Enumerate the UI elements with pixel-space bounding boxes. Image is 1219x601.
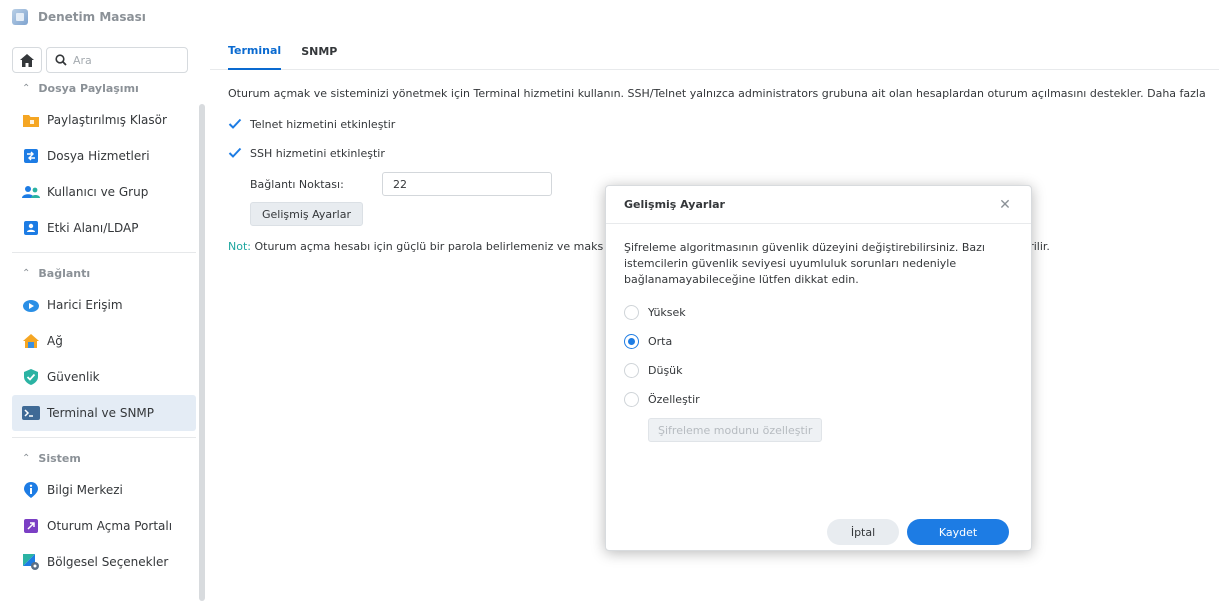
sidebar-item-domain-ldap[interactable]: Etki Alanı/LDAP: [12, 210, 196, 246]
sidebar-item-security[interactable]: Güvenlik: [12, 359, 196, 395]
close-icon[interactable]: ✕: [997, 197, 1013, 213]
sidebar-item-label: Bilgi Merkezi: [47, 483, 123, 497]
ssh-label: SSH hizmetini etkinleştir: [250, 146, 385, 160]
radio-button[interactable]: [624, 304, 639, 320]
file-services-icon: [22, 147, 40, 165]
note-text: Oturum açma hesabı için güçlü bir parola…: [250, 240, 604, 253]
search-box[interactable]: [46, 47, 188, 73]
sidebar-scrollbar[interactable]: [199, 104, 205, 601]
note-label: Not:: [228, 240, 251, 253]
divider: [12, 437, 196, 438]
radio-option-custom[interactable]: Özelleştir: [624, 389, 1013, 409]
sidebar-item-label: Dosya Hizmetleri: [47, 149, 150, 163]
sidebar-item-terminal-snmp[interactable]: Terminal ve SNMP: [12, 395, 196, 431]
radio-label: Yüksek: [648, 305, 686, 319]
radio-button[interactable]: [624, 362, 639, 378]
section-label: Dosya Paylaşımı: [38, 81, 139, 95]
save-button[interactable]: Kaydet: [907, 519, 1009, 545]
domain-ldap-icon: [22, 219, 40, 237]
sidebar-item-label: Etki Alanı/LDAP: [47, 221, 139, 235]
checkmark-icon: [228, 118, 242, 129]
advanced-settings-button[interactable]: Gelişmiş Ayarlar: [250, 202, 364, 226]
dialog-body: Şifreleme algoritmasının güvenlik düzeyi…: [606, 224, 1031, 442]
customize-cipher-button[interactable]: Şifreleme modunu özelleştir: [648, 418, 823, 442]
radio-label: Orta: [648, 334, 673, 348]
sidebar-item-label: Güvenlik: [47, 370, 100, 384]
sidebar-item-info-center[interactable]: Bilgi Merkezi: [12, 472, 196, 508]
search-input[interactable]: [73, 53, 173, 67]
sidebar-item-label: Oturum Açma Portalı: [47, 519, 173, 533]
sidebar-item-external-access[interactable]: Harici Erişim: [12, 287, 196, 323]
sidebar-item-user-group[interactable]: Kullanıcı ve Grup: [12, 174, 196, 210]
sidebar-list: ⌃ Dosya Paylaşımı Paylaştırılmış Klasör …: [12, 74, 196, 580]
ssh-option[interactable]: SSH hizmetini etkinleştir: [228, 143, 1219, 163]
radio-label: Özelleştir: [648, 392, 700, 406]
info-center-icon: [22, 481, 40, 499]
external-access-icon: [22, 296, 40, 314]
radio-option-medium[interactable]: Orta: [624, 331, 1013, 351]
app-title: Denetim Masası: [38, 10, 146, 24]
tab-terminal[interactable]: Terminal: [228, 34, 282, 70]
security-shield-icon: [22, 368, 40, 386]
radio-option-low[interactable]: Düşük: [624, 360, 1013, 380]
telnet-option[interactable]: Telnet hizmetini etkinleştir: [228, 114, 1219, 134]
port-input[interactable]: [382, 172, 552, 196]
sidebar: ⌃ Dosya Paylaşımı Paylaştırılmış Klasör …: [0, 34, 206, 601]
radio-button[interactable]: [624, 391, 639, 407]
terminal-description: Oturum açmak ve sisteminizi yönetmek içi…: [228, 87, 1206, 100]
sidebar-item-label: Terminal ve SNMP: [47, 406, 155, 420]
telnet-checkbox[interactable]: [228, 117, 242, 131]
terminal-icon: [22, 404, 40, 422]
sidebar-item-shared-folder[interactable]: Paylaştırılmış Klasör: [12, 102, 196, 138]
sidebar-item-label: Paylaştırılmış Klasör: [47, 113, 167, 127]
radio-label: Düşük: [648, 363, 683, 377]
sidebar-item-label: Harici Erişim: [47, 298, 123, 312]
user-group-icon: [22, 183, 40, 201]
section-label: Bağlantı: [38, 266, 91, 280]
radio-button[interactable]: [624, 333, 639, 349]
control-panel-icon: [12, 9, 28, 25]
sidebar-item-network[interactable]: Ağ: [12, 323, 196, 359]
telnet-label: Telnet hizmetini etkinleştir: [250, 117, 396, 131]
network-icon: [22, 332, 40, 350]
ssh-checkbox[interactable]: [228, 146, 242, 160]
sidebar-item-label: Ağ: [47, 334, 63, 348]
chevron-up-icon: ⌃: [22, 82, 31, 94]
section-connectivity[interactable]: ⌃ Bağlantı: [12, 259, 196, 287]
sidebar-item-login-portal[interactable]: Oturum Açma Portalı: [12, 508, 196, 544]
section-system[interactable]: ⌃ Sistem: [12, 444, 196, 472]
radio-option-high[interactable]: Yüksek: [624, 302, 1013, 322]
chevron-up-icon: ⌃: [22, 452, 31, 464]
tab-snmp[interactable]: SNMP: [301, 34, 337, 70]
dialog-title: Gelişmiş Ayarlar: [624, 198, 725, 211]
login-portal-icon: [22, 517, 40, 535]
chevron-up-icon: ⌃: [22, 267, 31, 279]
divider: [12, 252, 196, 253]
section-file-sharing[interactable]: ⌃ Dosya Paylaşımı: [12, 74, 196, 102]
dialog-description: Şifreleme algoritmasının güvenlik düzeyi…: [624, 241, 985, 286]
section-label: Sistem: [38, 451, 81, 465]
home-button[interactable]: [12, 47, 42, 73]
home-icon: [20, 53, 34, 67]
dialog-header: Gelişmiş Ayarlar ✕: [606, 186, 1031, 224]
sidebar-item-regional-options[interactable]: Bölgesel Seçenekler: [12, 544, 196, 580]
port-label: Bağlantı Noktası:: [250, 177, 344, 191]
regional-options-icon: [22, 553, 40, 571]
cancel-button[interactable]: İptal: [827, 519, 899, 545]
tab-bar: Terminal SNMP: [210, 34, 1219, 70]
shared-folder-icon: [22, 111, 40, 129]
search-icon: [55, 54, 67, 66]
sidebar-item-file-services[interactable]: Dosya Hizmetleri: [12, 138, 196, 174]
dialog-footer: İptal Kaydet: [827, 519, 1009, 545]
advanced-settings-dialog: Gelişmiş Ayarlar ✕ Şifreleme algoritması…: [605, 185, 1032, 551]
title-bar: Denetim Masası: [0, 0, 1219, 34]
sidebar-item-label: Kullanıcı ve Grup: [47, 185, 149, 199]
note-tail: rilir.: [1029, 240, 1050, 253]
checkmark-icon: [228, 147, 242, 158]
